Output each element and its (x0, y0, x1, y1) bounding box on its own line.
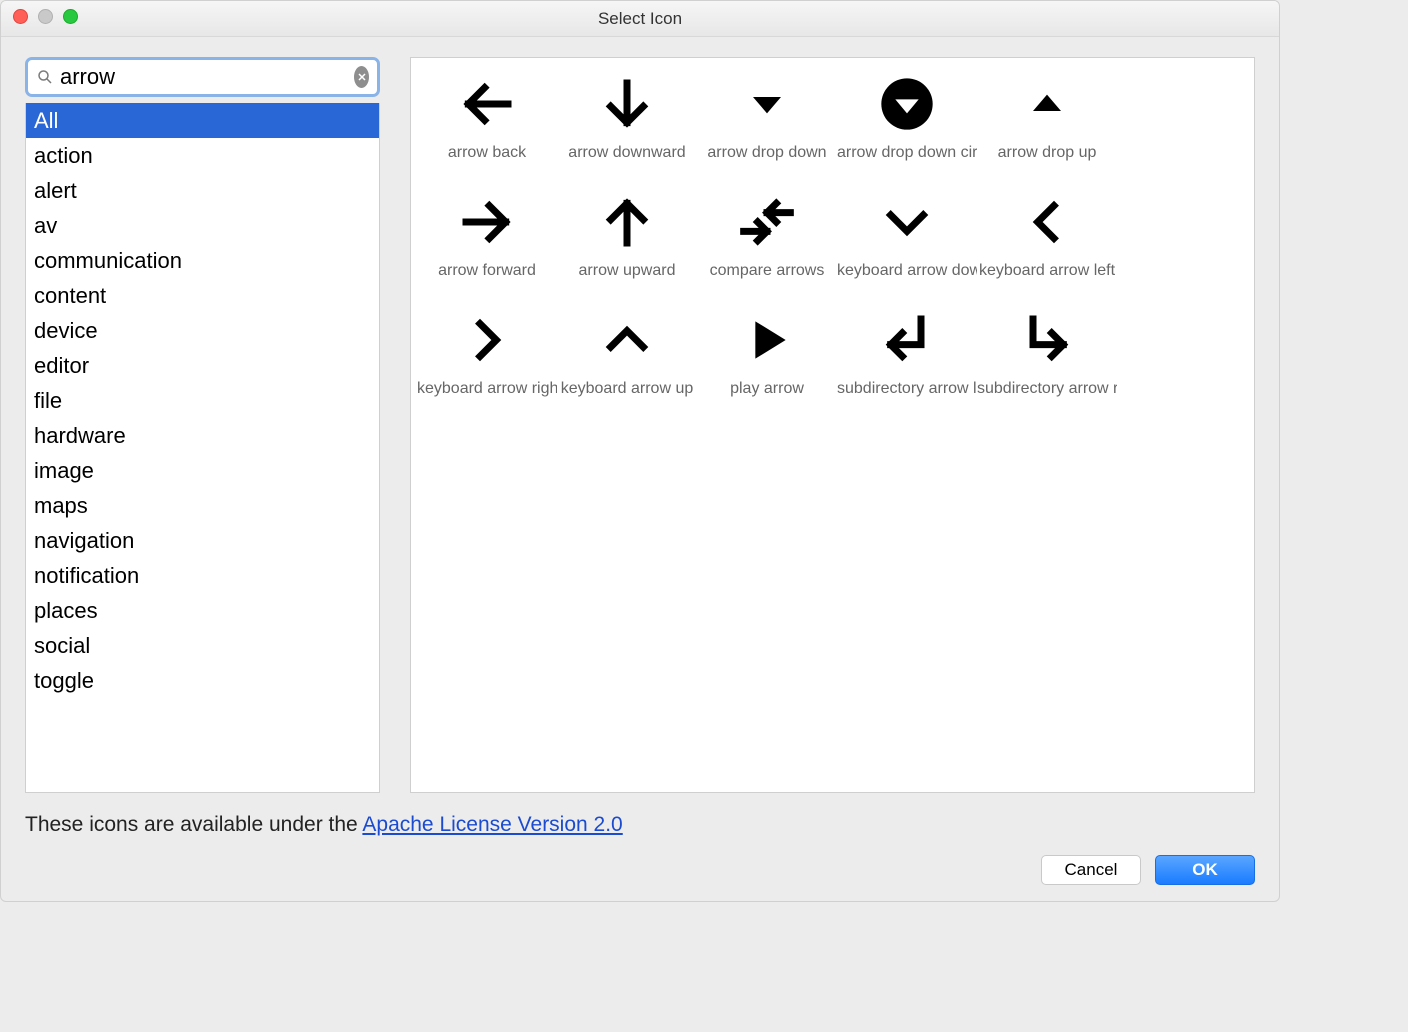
keyboard-arrow-left-icon (1017, 182, 1077, 262)
category-item[interactable]: image (26, 453, 379, 488)
ok-button[interactable]: OK (1155, 855, 1255, 885)
arrow-upward-icon (597, 182, 657, 262)
button-row: Cancel OK (25, 855, 1255, 885)
category-item[interactable]: places (26, 593, 379, 628)
icon-cell[interactable]: play arrow (697, 300, 837, 418)
arrow-downward-icon (597, 64, 657, 144)
compare-arrows-icon (737, 182, 797, 262)
icon-caption: keyboard arrow left (977, 262, 1117, 280)
category-item[interactable]: file (26, 383, 379, 418)
icon-cell[interactable]: compare arrows (697, 182, 837, 300)
category-item[interactable]: action (26, 138, 379, 173)
category-item[interactable]: device (26, 313, 379, 348)
icon-grid-panel: arrow backarrow downwardarrow drop downa… (410, 57, 1255, 793)
license-text: These icons are available under the Apac… (25, 813, 1255, 837)
icon-cell[interactable]: keyboard arrow left (977, 182, 1117, 300)
arrow-drop-down-icon (737, 64, 797, 144)
category-item[interactable]: navigation (26, 523, 379, 558)
search-field[interactable] (25, 57, 380, 97)
category-item[interactable]: communication (26, 243, 379, 278)
icon-caption: compare arrows (697, 262, 837, 280)
window-title: Select Icon (598, 9, 682, 29)
minimize-window-button[interactable] (38, 9, 53, 24)
icon-cell[interactable]: arrow drop down circle (837, 64, 977, 182)
icon-caption: arrow forward (417, 262, 557, 280)
icon-caption: keyboard arrow right (417, 380, 557, 398)
icon-caption: arrow upward (557, 262, 697, 280)
close-window-button[interactable] (13, 9, 28, 24)
icon-cell[interactable]: keyboard arrow down (837, 182, 977, 300)
icon-cell[interactable]: arrow drop down (697, 64, 837, 182)
subdirectory-arrow-left-icon (877, 300, 937, 380)
arrow-drop-up-icon (1017, 64, 1077, 144)
zoom-window-button[interactable] (63, 9, 78, 24)
category-item[interactable]: editor (26, 348, 379, 383)
window-controls (13, 9, 78, 24)
subdirectory-arrow-right-icon (1017, 300, 1077, 380)
icon-cell[interactable]: arrow back (417, 64, 557, 182)
icon-cell[interactable]: subdirectory arrow right (977, 300, 1117, 418)
icon-cell[interactable]: arrow drop up (977, 64, 1117, 182)
icon-caption: keyboard arrow down (837, 262, 977, 280)
left-panel: Allactionalertavcommunicationcontentdevi… (25, 57, 380, 793)
icon-caption: play arrow (697, 380, 837, 398)
keyboard-arrow-right-icon (457, 300, 517, 380)
arrow-back-icon (457, 64, 517, 144)
icon-caption: arrow downward (557, 144, 697, 162)
icon-cell[interactable]: arrow forward (417, 182, 557, 300)
icon-cell[interactable]: keyboard arrow right (417, 300, 557, 418)
cancel-button[interactable]: Cancel (1041, 855, 1141, 885)
category-item[interactable]: content (26, 278, 379, 313)
icon-caption: keyboard arrow up (557, 380, 697, 398)
icon-cell[interactable]: keyboard arrow up (557, 300, 697, 418)
category-item[interactable]: maps (26, 488, 379, 523)
icon-caption: arrow drop down circle (837, 144, 977, 162)
icon-cell[interactable]: arrow downward (557, 64, 697, 182)
dialog-footer: These icons are available under the Apac… (1, 807, 1279, 901)
dialog-content: Allactionalertavcommunicationcontentdevi… (1, 37, 1279, 807)
category-item[interactable]: av (26, 208, 379, 243)
titlebar: Select Icon (1, 1, 1279, 37)
icon-caption: arrow drop down (697, 144, 837, 162)
keyboard-arrow-down-icon (877, 182, 937, 262)
icon-caption: arrow drop up (977, 144, 1117, 162)
clear-search-icon[interactable] (354, 66, 369, 88)
play-arrow-icon (737, 300, 797, 380)
category-list[interactable]: Allactionalertavcommunicationcontentdevi… (25, 103, 380, 793)
icon-cell[interactable]: arrow upward (557, 182, 697, 300)
arrow-drop-down-circle-icon (877, 64, 937, 144)
arrow-forward-icon (457, 182, 517, 262)
icon-caption: subdirectory arrow left (837, 380, 977, 398)
dialog-window: Select Icon Allactionalertavcommunicatio… (0, 0, 1280, 902)
license-prefix: These icons are available under the (25, 813, 362, 836)
category-item[interactable]: hardware (26, 418, 379, 453)
keyboard-arrow-up-icon (597, 300, 657, 380)
search-input[interactable] (54, 64, 354, 90)
category-item[interactable]: alert (26, 173, 379, 208)
icon-caption: arrow back (417, 144, 557, 162)
category-item[interactable]: social (26, 628, 379, 663)
icon-caption: subdirectory arrow right (977, 380, 1117, 398)
icon-cell[interactable]: subdirectory arrow left (837, 300, 977, 418)
category-item[interactable]: toggle (26, 663, 379, 698)
license-link[interactable]: Apache License Version 2.0 (362, 813, 622, 836)
search-icon (36, 68, 54, 86)
category-item[interactable]: notification (26, 558, 379, 593)
icon-grid: arrow backarrow downwardarrow drop downa… (417, 64, 1248, 418)
category-item[interactable]: All (26, 103, 379, 138)
